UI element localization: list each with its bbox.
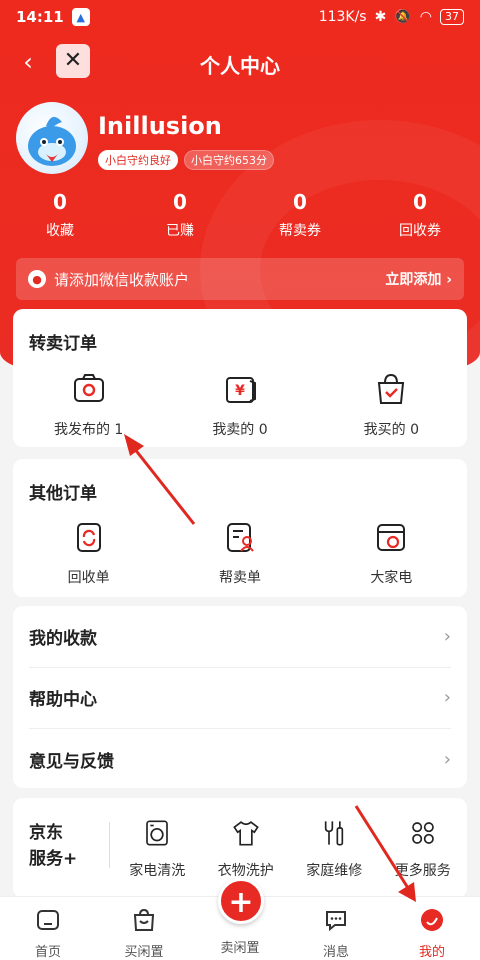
shirt-icon — [232, 821, 259, 846]
credit-status-badge[interactable]: 小白守约良好 — [98, 150, 178, 170]
wifi-icon: ◠ — [419, 9, 432, 25]
order-recycle[interactable]: 回收单 — [13, 519, 164, 587]
tab-home[interactable]: 首页 — [0, 897, 96, 960]
credit-badges: 小白守约良好 小白守约653分 — [98, 150, 274, 170]
svg-text:¥: ¥ — [235, 383, 245, 399]
tab-label: 消息 — [322, 945, 349, 960]
status-bar: 14:11 ▲ 113K/s ✱ 🔕 ◠ 37 — [0, 0, 480, 34]
app-notification-icon: ▲ — [71, 8, 90, 26]
dolphin-avatar-icon — [28, 116, 76, 166]
service-label: 家庭维修 — [306, 863, 363, 879]
battery-indicator: 37 — [440, 9, 464, 25]
wrench-icon — [325, 821, 344, 846]
order-my-published[interactable]: 我发布的 1 — [13, 371, 164, 439]
service-appliance-cleaning[interactable]: 家电清洗 — [113, 818, 202, 880]
appliance-icon — [377, 524, 406, 551]
tab-label: 我的 — [418, 945, 445, 960]
washer-icon — [146, 820, 169, 846]
stat-earned[interactable]: 0 已赚 — [120, 190, 240, 240]
service-label: 更多服务 — [394, 863, 451, 879]
person-doc-icon — [226, 523, 254, 552]
stat-value: 0 — [413, 190, 427, 214]
order-help-sell[interactable]: 帮卖单 — [164, 519, 315, 587]
menu-help-center[interactable]: 帮助中心 › — [29, 667, 451, 729]
network-speed: 113K/s — [318, 9, 367, 25]
divider — [109, 822, 110, 868]
camera-bag-icon — [73, 374, 104, 402]
service-clothing-care[interactable]: 衣物洗护 — [202, 818, 291, 880]
stat-label: 回收券 — [399, 223, 441, 239]
menu-label: 我的收款 — [29, 629, 97, 649]
avatar[interactable] — [16, 102, 88, 174]
card-title: 其他订单 — [29, 484, 97, 504]
order-label: 我发布的 1 — [53, 422, 124, 438]
chat-icon — [326, 911, 346, 932]
profile-swirl-icon — [421, 909, 443, 931]
tab-label: 买闲置 — [124, 945, 164, 960]
menu-feedback[interactable]: 意见与反馈 › — [29, 728, 451, 790]
wechat-account-banner[interactable]: ● 请添加微信收款账户 立即添加 › — [16, 258, 464, 300]
menu-card: 我的收款 › 帮助中心 › 意见与反馈 › — [13, 606, 467, 788]
wechat-banner-text: 请添加微信收款账户 — [54, 270, 190, 289]
tab-mine[interactable]: 我的 — [384, 897, 480, 960]
stat-value: 0 — [293, 190, 307, 214]
tab-messages[interactable]: 消息 — [288, 897, 384, 960]
chevron-right-icon: › — [443, 748, 451, 770]
menu-label: 意见与反馈 — [29, 751, 114, 772]
page-title: 个人中心 — [200, 54, 280, 78]
order-my-bought[interactable]: 我买的 0 — [316, 371, 467, 439]
services-brand-line2: 服务+ — [29, 849, 78, 869]
add-now-link[interactable]: 立即添加 › — [385, 269, 452, 289]
status-time: 14:11 — [16, 8, 64, 26]
stat-label: 收藏 — [46, 223, 74, 239]
order-appliance[interactable]: 大家电 — [316, 519, 467, 587]
menu-my-payments[interactable]: 我的收款 › — [29, 606, 451, 668]
stat-label: 已赚 — [166, 223, 194, 239]
chevron-right-icon: › — [443, 687, 451, 708]
order-label: 我买的 0 — [363, 422, 419, 438]
tab-buy-secondhand[interactable]: 买闲置 — [96, 897, 192, 960]
shopping-bag-icon — [378, 373, 405, 404]
other-orders-card: 其他订单 回收单 帮卖单 大家电 — [13, 459, 467, 597]
service-home-repair[interactable]: 家庭维修 — [290, 818, 379, 880]
nav-bar: ‹ ✕ 个人中心 — [0, 42, 480, 82]
shopping-bag-icon — [133, 908, 155, 931]
stat-value: 0 — [173, 190, 187, 214]
tab-label: 卖闲置 — [220, 941, 260, 956]
stat-label: 帮卖券 — [279, 223, 321, 239]
grid-icon — [411, 822, 434, 844]
recycle-icon — [76, 523, 101, 552]
mute-bell-icon: 🔕 — [394, 9, 412, 25]
stat-sell-coupons[interactable]: 0 帮卖券 — [240, 190, 360, 240]
username: Inillusion — [98, 112, 222, 140]
service-label: 衣物洗护 — [217, 863, 274, 879]
resale-orders-card: 转卖订单 我发布的 1 ¥ 我卖的 0 我买的 0 — [13, 309, 467, 447]
services-brand: 京东 服务+ — [29, 820, 77, 872]
order-my-sold[interactable]: ¥ 我卖的 0 — [164, 371, 315, 439]
order-label: 帮卖单 — [218, 570, 261, 586]
service-more[interactable]: 更多服务 — [379, 818, 468, 880]
card-title: 转卖订单 — [29, 334, 97, 354]
service-label: 家电清洗 — [129, 863, 186, 879]
bluetooth-icon: ✱ — [374, 9, 387, 25]
yuan-wallet-icon: ¥ — [225, 377, 256, 403]
services-brand-line1: 京东 — [29, 823, 63, 843]
credit-score-badge[interactable]: 小白守约653分 — [184, 150, 274, 170]
stat-favorites[interactable]: 0 收藏 — [0, 190, 120, 240]
stat-value: 0 — [53, 190, 67, 214]
stats-row: 0 收藏 0 已赚 0 帮卖券 0 回收券 — [0, 190, 480, 240]
wechat-icon: ● — [28, 270, 46, 288]
chevron-right-icon: › — [443, 626, 451, 647]
home-icon — [37, 910, 59, 930]
menu-label: 帮助中心 — [29, 690, 97, 710]
order-label: 回收单 — [67, 570, 110, 586]
sell-plus-button[interactable]: + — [218, 878, 264, 924]
order-label: 我卖的 0 — [212, 422, 268, 438]
tab-label: 首页 — [34, 945, 61, 960]
stat-recycle-coupons[interactable]: 0 回收券 — [360, 190, 480, 240]
order-label: 大家电 — [370, 570, 413, 586]
